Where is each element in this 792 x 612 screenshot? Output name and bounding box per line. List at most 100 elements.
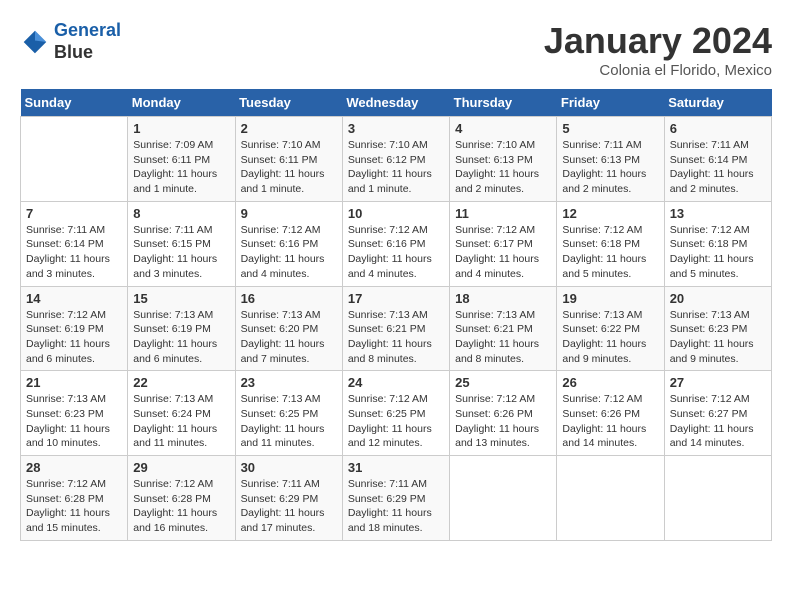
day-number: 13 bbox=[670, 206, 766, 221]
day-number: 22 bbox=[133, 375, 229, 390]
day-info: Sunrise: 7:11 AM Sunset: 6:29 PM Dayligh… bbox=[348, 477, 444, 536]
day-info: Sunrise: 7:12 AM Sunset: 6:18 PM Dayligh… bbox=[670, 223, 766, 282]
week-row-2: 7Sunrise: 7:11 AM Sunset: 6:14 PM Daylig… bbox=[21, 201, 772, 286]
day-header-thursday: Thursday bbox=[450, 89, 557, 117]
calendar-cell: 4 Sunrise: 7:10 AM Sunset: 6:13 PM Daylig… bbox=[450, 117, 557, 202]
week-row-4: 21 Sunrise: 7:13 AM Sunset: 6:23 PM Dayli… bbox=[21, 371, 772, 456]
day-header-tuesday: Tuesday bbox=[235, 89, 342, 117]
calendar-cell: 14Sunrise: 7:12 AM Sunset: 6:19 PM Dayli… bbox=[21, 286, 128, 371]
days-header-row: SundayMondayTuesdayWednesdayThursdayFrid… bbox=[21, 89, 772, 117]
day-number: 19 bbox=[562, 291, 658, 306]
page-header: General Blue January 2024 Colonia el Flo… bbox=[20, 20, 772, 79]
logo: General Blue bbox=[20, 20, 121, 63]
day-number: 9 bbox=[241, 206, 337, 221]
day-info: Sunrise: 7:11 AM Sunset: 6:14 PM Dayligh… bbox=[670, 138, 766, 197]
day-number: 26 bbox=[562, 375, 658, 390]
calendar-cell bbox=[664, 456, 771, 541]
day-number: 5 bbox=[562, 121, 658, 136]
day-info: Sunrise: 7:12 AM Sunset: 6:25 PM Dayligh… bbox=[348, 392, 444, 451]
day-number: 29 bbox=[133, 460, 229, 475]
calendar-cell: 1Sunrise: 7:09 AM Sunset: 6:11 PM Daylig… bbox=[128, 117, 235, 202]
month-title: January 2024 bbox=[544, 20, 772, 62]
day-info: Sunrise: 7:10 AM Sunset: 6:11 PM Dayligh… bbox=[241, 138, 337, 197]
day-number: 15 bbox=[133, 291, 229, 306]
day-number: 6 bbox=[670, 121, 766, 136]
day-number: 2 bbox=[241, 121, 337, 136]
calendar-cell: 5 Sunrise: 7:11 AM Sunset: 6:13 PM Daylig… bbox=[557, 117, 664, 202]
calendar-cell: 23 Sunrise: 7:13 AM Sunset: 6:25 PM Dayli… bbox=[235, 371, 342, 456]
day-info: Sunrise: 7:13 AM Sunset: 6:19 PM Dayligh… bbox=[133, 308, 229, 367]
calendar-cell bbox=[21, 117, 128, 202]
day-info: Sunrise: 7:13 AM Sunset: 6:24 PM Dayligh… bbox=[133, 392, 229, 451]
calendar-cell bbox=[557, 456, 664, 541]
day-info: Sunrise: 7:12 AM Sunset: 6:17 PM Dayligh… bbox=[455, 223, 551, 282]
day-info: Sunrise: 7:13 AM Sunset: 6:25 PM Dayligh… bbox=[241, 392, 337, 451]
calendar-cell: 20 Sunrise: 7:13 AM Sunset: 6:23 PM Dayli… bbox=[664, 286, 771, 371]
title-block: January 2024 Colonia el Florido, Mexico bbox=[544, 20, 772, 79]
calendar-cell: 10Sunrise: 7:12 AM Sunset: 6:16 PM Dayli… bbox=[342, 201, 449, 286]
calendar-cell bbox=[450, 456, 557, 541]
logo-text: General Blue bbox=[54, 20, 121, 63]
calendar-cell: 30Sunrise: 7:11 AM Sunset: 6:29 PM Dayli… bbox=[235, 456, 342, 541]
calendar-cell: 24 Sunrise: 7:12 AM Sunset: 6:25 PM Dayli… bbox=[342, 371, 449, 456]
calendar-cell: 7Sunrise: 7:11 AM Sunset: 6:14 PM Daylig… bbox=[21, 201, 128, 286]
calendar-cell: 11Sunrise: 7:12 AM Sunset: 6:17 PM Dayli… bbox=[450, 201, 557, 286]
day-info: Sunrise: 7:12 AM Sunset: 6:16 PM Dayligh… bbox=[348, 223, 444, 282]
day-number: 21 bbox=[26, 375, 122, 390]
day-header-friday: Friday bbox=[557, 89, 664, 117]
day-number: 30 bbox=[241, 460, 337, 475]
calendar-cell: 22 Sunrise: 7:13 AM Sunset: 6:24 PM Dayli… bbox=[128, 371, 235, 456]
day-info: Sunrise: 7:10 AM Sunset: 6:12 PM Dayligh… bbox=[348, 138, 444, 197]
day-info: Sunrise: 7:11 AM Sunset: 6:13 PM Dayligh… bbox=[562, 138, 658, 197]
day-number: 12 bbox=[562, 206, 658, 221]
calendar-cell: 3 Sunrise: 7:10 AM Sunset: 6:12 PM Daylig… bbox=[342, 117, 449, 202]
day-info: Sunrise: 7:13 AM Sunset: 6:21 PM Dayligh… bbox=[348, 308, 444, 367]
day-number: 25 bbox=[455, 375, 551, 390]
day-info: Sunrise: 7:12 AM Sunset: 6:26 PM Dayligh… bbox=[562, 392, 658, 451]
logo-line2: Blue bbox=[54, 42, 121, 64]
calendar-cell: 6 Sunrise: 7:11 AM Sunset: 6:14 PM Daylig… bbox=[664, 117, 771, 202]
day-number: 28 bbox=[26, 460, 122, 475]
day-info: Sunrise: 7:13 AM Sunset: 6:20 PM Dayligh… bbox=[241, 308, 337, 367]
day-number: 31 bbox=[348, 460, 444, 475]
calendar-cell: 27Sunrise: 7:12 AM Sunset: 6:27 PM Dayli… bbox=[664, 371, 771, 456]
day-number: 20 bbox=[670, 291, 766, 306]
calendar-cell: 25Sunrise: 7:12 AM Sunset: 6:26 PM Dayli… bbox=[450, 371, 557, 456]
logo-icon bbox=[20, 27, 50, 57]
day-number: 14 bbox=[26, 291, 122, 306]
calendar-cell: 12 Sunrise: 7:12 AM Sunset: 6:18 PM Dayli… bbox=[557, 201, 664, 286]
day-number: 18 bbox=[455, 291, 551, 306]
location: Colonia el Florido, Mexico bbox=[544, 62, 772, 79]
calendar-cell: 8 Sunrise: 7:11 AM Sunset: 6:15 PM Daylig… bbox=[128, 201, 235, 286]
day-number: 3 bbox=[348, 121, 444, 136]
calendar-cell: 15 Sunrise: 7:13 AM Sunset: 6:19 PM Dayli… bbox=[128, 286, 235, 371]
calendar-cell: 28 Sunrise: 7:12 AM Sunset: 6:28 PM Dayli… bbox=[21, 456, 128, 541]
day-number: 4 bbox=[455, 121, 551, 136]
day-info: Sunrise: 7:13 AM Sunset: 6:23 PM Dayligh… bbox=[670, 308, 766, 367]
day-info: Sunrise: 7:12 AM Sunset: 6:18 PM Dayligh… bbox=[562, 223, 658, 282]
calendar-cell: 2 Sunrise: 7:10 AM Sunset: 6:11 PM Daylig… bbox=[235, 117, 342, 202]
day-number: 23 bbox=[241, 375, 337, 390]
day-info: Sunrise: 7:12 AM Sunset: 6:27 PM Dayligh… bbox=[670, 392, 766, 451]
day-header-wednesday: Wednesday bbox=[342, 89, 449, 117]
calendar-cell: 29 Sunrise: 7:12 AM Sunset: 6:28 PM Dayli… bbox=[128, 456, 235, 541]
day-number: 16 bbox=[241, 291, 337, 306]
day-info: Sunrise: 7:12 AM Sunset: 6:28 PM Dayligh… bbox=[26, 477, 122, 536]
day-info: Sunrise: 7:13 AM Sunset: 6:22 PM Dayligh… bbox=[562, 308, 658, 367]
day-info: Sunrise: 7:09 AM Sunset: 6:11 PM Dayligh… bbox=[133, 138, 229, 197]
day-info: Sunrise: 7:13 AM Sunset: 6:23 PM Dayligh… bbox=[26, 392, 122, 451]
week-row-1: 1Sunrise: 7:09 AM Sunset: 6:11 PM Daylig… bbox=[21, 117, 772, 202]
calendar-cell: 16 Sunrise: 7:13 AM Sunset: 6:20 PM Dayli… bbox=[235, 286, 342, 371]
calendar-cell: 13 Sunrise: 7:12 AM Sunset: 6:18 PM Dayli… bbox=[664, 201, 771, 286]
day-number: 8 bbox=[133, 206, 229, 221]
calendar-cell: 17Sunrise: 7:13 AM Sunset: 6:21 PM Dayli… bbox=[342, 286, 449, 371]
day-info: Sunrise: 7:12 AM Sunset: 6:28 PM Dayligh… bbox=[133, 477, 229, 536]
week-row-3: 14Sunrise: 7:12 AM Sunset: 6:19 PM Dayli… bbox=[21, 286, 772, 371]
calendar-cell: 18Sunrise: 7:13 AM Sunset: 6:21 PM Dayli… bbox=[450, 286, 557, 371]
day-info: Sunrise: 7:12 AM Sunset: 6:16 PM Dayligh… bbox=[241, 223, 337, 282]
day-info: Sunrise: 7:10 AM Sunset: 6:13 PM Dayligh… bbox=[455, 138, 551, 197]
day-info: Sunrise: 7:11 AM Sunset: 6:15 PM Dayligh… bbox=[133, 223, 229, 282]
calendar-table: SundayMondayTuesdayWednesdayThursdayFrid… bbox=[20, 89, 772, 541]
calendar-cell: 9 Sunrise: 7:12 AM Sunset: 6:16 PM Daylig… bbox=[235, 201, 342, 286]
day-number: 24 bbox=[348, 375, 444, 390]
